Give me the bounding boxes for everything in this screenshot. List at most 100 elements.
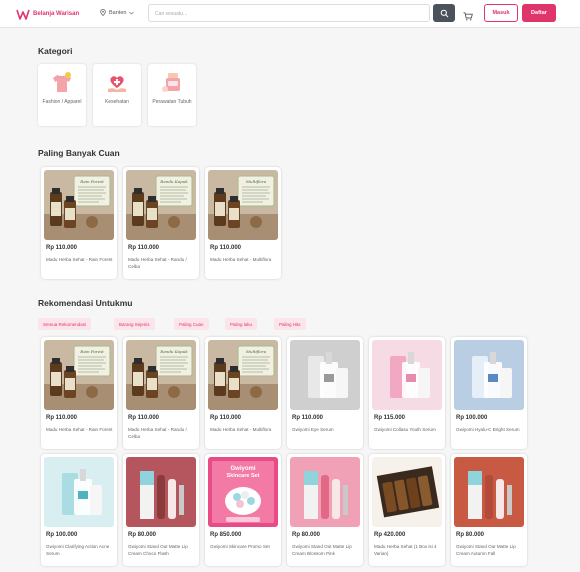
product-name: Gwiyomi Skincare Promo Set	[210, 544, 270, 549]
recommend-product-card[interactable]: Gwiyomi Skincare Set Rp 850.000 Gwiyomi …	[205, 454, 281, 566]
best-product-card[interactable]: Multiflora Rp 110.000 Madu Herba Sehat -…	[205, 167, 281, 279]
product-image	[454, 457, 524, 527]
category-section-title: Kategori	[38, 46, 73, 56]
best-seller-section-title: Paling Banyak Cuan	[38, 148, 120, 158]
search-input[interactable]: Cari sesuatu...	[148, 4, 430, 22]
product-price: Rp 110.000	[292, 415, 324, 421]
product-image	[372, 340, 442, 410]
search-placeholder: Cari sesuatu...	[155, 11, 188, 17]
category-body-care[interactable]: Perawatan Tubuh	[148, 64, 196, 126]
health-heart-icon	[108, 76, 126, 92]
product-image: Rain Forest	[44, 170, 114, 240]
category-fashion[interactable]: Fashion / Apparel	[38, 64, 86, 126]
best-product-card[interactable]: Rain Forest Rp 110.000 Madu Herba Sehat …	[41, 167, 117, 279]
product-price: Rp 110.000	[210, 245, 242, 251]
svg-text:Rain Forest: Rain Forest	[79, 179, 104, 184]
product-name: Madu Herba Sehat - Multiflora	[210, 427, 272, 432]
logo-text: Belanja Warisan	[33, 11, 80, 17]
product-name: Madu Herba Sehat (1 Box isi 4 Varian)	[374, 544, 437, 556]
svg-text:Gwiyomi: Gwiyomi	[230, 466, 255, 472]
search-button[interactable]	[433, 4, 455, 22]
product-image	[290, 340, 360, 410]
svg-text:Rain Forest: Rain Forest	[79, 349, 104, 354]
product-price: Rp 80.000	[292, 532, 321, 538]
recommend-product-card[interactable]: Rp 80.000 Gwiyomi Stand Out Matte Lip Cr…	[123, 454, 199, 566]
product-name: Gwiyomi Stand Out Matte Lip Cream Autumn…	[456, 544, 516, 556]
product-image: Gwiyomi Skincare Set	[208, 457, 278, 527]
product-name: Madu Herba Sehat - Randu / Celba	[128, 257, 187, 269]
svg-text:Skincare Set: Skincare Set	[226, 473, 259, 479]
login-button[interactable]: Masuk	[484, 4, 518, 22]
product-image: Multiflora	[208, 170, 278, 240]
product-price: Rp 100.000	[456, 415, 488, 421]
tshirt-icon	[53, 72, 71, 92]
recommend-product-card[interactable]: Rp 100.000 Gwiyomi Clarifying Action Acn…	[41, 454, 117, 566]
product-name: Madu Herba Sehat - Multiflora	[210, 257, 272, 262]
product-price: Rp 110.000	[210, 415, 242, 421]
product-image: Randu Kapuk	[126, 170, 196, 240]
category-label: Fashion / Apparel	[42, 99, 82, 105]
product-price: Rp 115.000	[374, 415, 406, 421]
svg-text:Multiflora: Multiflora	[245, 349, 267, 354]
cart-icon	[463, 12, 473, 21]
product-price: Rp 110.000	[128, 245, 160, 251]
svg-text:Multiflora: Multiflora	[245, 179, 267, 184]
product-price: Rp 80.000	[456, 532, 485, 538]
product-price: Rp 110.000	[128, 415, 160, 421]
recommend-product-card[interactable]: Rp 420.000 Madu Herba Sehat (1 Box isi 4…	[369, 454, 445, 566]
recommend-product-card[interactable]: Randu Kapuk Rp 110.000 Madu Herba Sehat …	[123, 337, 199, 449]
product-price: Rp 100.000	[46, 532, 78, 538]
product-name: Gwiyomi Hyalu-C Bright Serum	[456, 427, 520, 432]
product-image	[372, 457, 442, 527]
chip-most-hits[interactable]: Paling Hits	[274, 318, 306, 330]
body-care-icon	[162, 73, 180, 92]
chip-best-selling[interactable]: Paling laku	[225, 318, 258, 330]
product-name: Madu Herba Sehat - Rain Forest	[46, 427, 113, 432]
location-selector[interactable]: Banten	[100, 9, 135, 16]
product-image: Randu Kapuk	[126, 340, 196, 410]
chip-all-recommend[interactable]: Semua Rekomendasi	[38, 318, 92, 330]
register-button[interactable]: Daftar	[522, 4, 556, 22]
top-navbar: Belanja Warisan Banten Cari sesuatu... M…	[0, 0, 580, 28]
product-name: Madu Herba Sehat - Randu / Celba	[128, 427, 187, 439]
product-image	[126, 457, 196, 527]
category-label: Kesehatan	[105, 99, 129, 105]
location-pin-icon	[100, 9, 106, 16]
product-name: Madu Herba Sehat - Rain Forest	[46, 257, 113, 262]
chip-similar-items[interactable]: Barang Sejenis	[114, 318, 155, 330]
product-image: Multiflora	[208, 340, 278, 410]
recommend-product-card[interactable]: Rp 115.000 Gwiyomi Collasu Youth Serum	[369, 337, 445, 449]
recommend-product-card[interactable]: Rp 80.000 Gwiyomi Stand Out Matte Lip Cr…	[287, 454, 363, 566]
product-price: Rp 420.000	[374, 532, 406, 538]
product-price: Rp 80.000	[128, 532, 157, 538]
product-name: Gwiyomi Clarifying Action Acne Serum	[46, 544, 110, 556]
svg-text:Randu Kapuk: Randu Kapuk	[159, 179, 188, 184]
recommend-product-card[interactable]: Rain Forest Rp 110.000 Madu Herba Sehat …	[41, 337, 117, 449]
chip-most-profit[interactable]: Paling Cuan	[174, 318, 209, 330]
recommend-product-card[interactable]: Rp 100.000 Gwiyomi Hyalu-C Bright Serum	[451, 337, 527, 449]
product-price: Rp 850.000	[210, 532, 242, 538]
cart-button[interactable]	[463, 8, 473, 26]
product-image	[44, 457, 114, 527]
product-name: Gwiyomi Eye Serum	[292, 427, 334, 432]
product-price: Rp 110.000	[46, 415, 78, 421]
svg-text:Randu Kapuk: Randu Kapuk	[159, 349, 188, 354]
product-name: Gwiyomi Stand Out Matte Lip Cream Blosso…	[292, 544, 352, 556]
category-label: Perawatan Tubuh	[152, 99, 192, 105]
logo-w-icon	[16, 9, 30, 20]
best-product-card[interactable]: Randu Kapuk Rp 110.000 Madu Herba Sehat …	[123, 167, 199, 279]
recommend-section-title: Rekomendasi Untukmu	[38, 298, 133, 308]
product-price: Rp 110.000	[46, 245, 78, 251]
product-image	[290, 457, 360, 527]
recommend-product-card[interactable]: Rp 80.000 Gwiyomi Stand Out Matte Lip Cr…	[451, 454, 527, 566]
location-label: Banten	[109, 9, 127, 16]
product-name: Gwiyomi Stand Out Matte Lip Cream Choco …	[128, 544, 188, 556]
product-image	[454, 340, 524, 410]
search-icon	[440, 9, 448, 17]
chevron-down-icon	[129, 11, 135, 14]
category-health[interactable]: Kesehatan	[93, 64, 141, 126]
recommend-product-card[interactable]: Rp 110.000 Gwiyomi Eye Serum	[287, 337, 363, 449]
product-image: Rain Forest	[44, 340, 114, 410]
brand-logo[interactable]: Belanja Warisan	[16, 7, 79, 21]
recommend-product-card[interactable]: Multiflora Rp 110.000 Madu Herba Sehat -…	[205, 337, 281, 449]
